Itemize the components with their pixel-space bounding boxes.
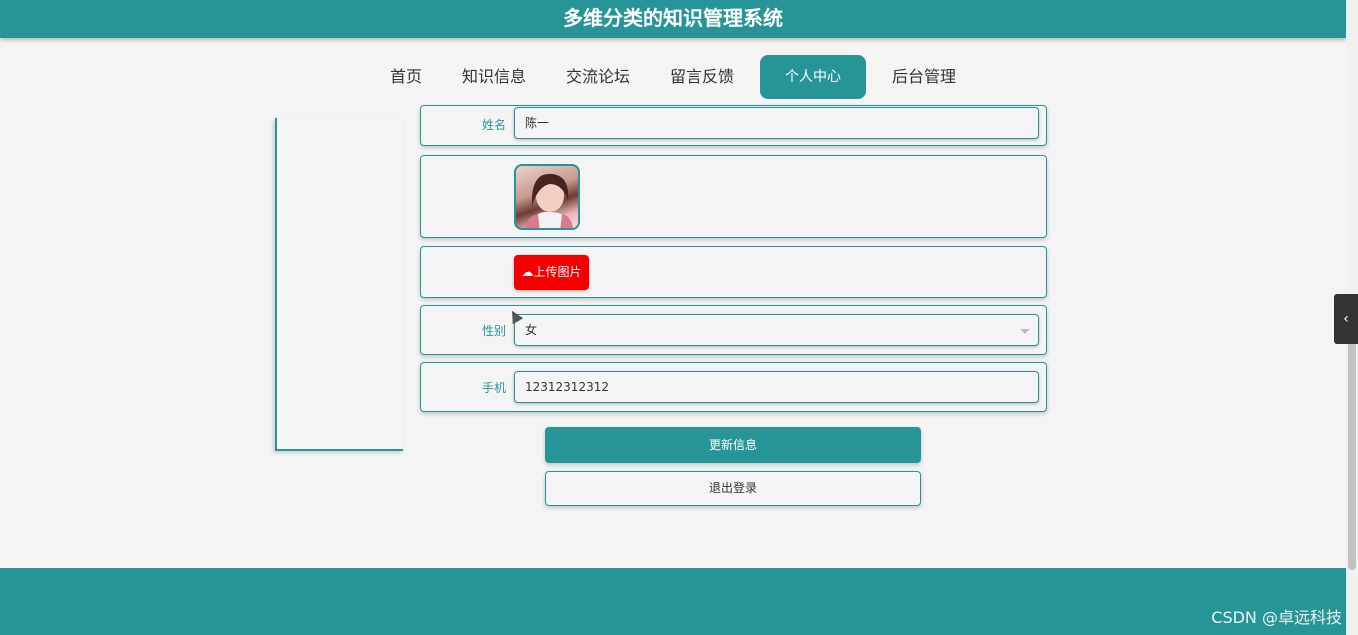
side-menu-panel (275, 118, 403, 451)
cloud-upload-icon: ☁ (521, 265, 534, 279)
name-row: 姓名 陈一 (420, 105, 1047, 146)
avatar-row (420, 155, 1047, 238)
top-header-bar: 多维分类的知识管理系统 (0, 0, 1346, 38)
site-title: 多维分类的知识管理系统 (563, 6, 783, 30)
name-label: 姓名 (481, 118, 506, 132)
nav-item-admin[interactable]: 后台管理 (872, 55, 976, 99)
phone-label: 手机 (481, 381, 506, 395)
nav-item-forum[interactable]: 交流论坛 (546, 55, 650, 99)
nav-item-feedback[interactable]: 留言反馈 (650, 55, 754, 99)
gender-selected-value: 女 (525, 323, 538, 337)
nav-item-personal-center[interactable]: 个人中心 (760, 55, 867, 99)
phone-input[interactable]: 12312312312 (514, 371, 1039, 403)
gender-label: 性别 (481, 324, 506, 338)
main-nav: 首页 知识信息 交流论坛 留言反馈 个人中心 后台管理 (0, 55, 1346, 99)
avatar (514, 164, 580, 230)
logout-button[interactable]: 退出登录 (545, 471, 921, 506)
footer-bar (0, 568, 1346, 635)
upload-image-button[interactable]: ☁上传图片 (514, 255, 589, 290)
watermark: CSDN @卓远科技 (1211, 608, 1342, 627)
gender-select[interactable]: 女 (514, 314, 1039, 346)
name-input[interactable]: 陈一 (514, 107, 1039, 139)
nav-item-knowledge[interactable]: 知识信息 (442, 55, 546, 99)
upload-row: ☁上传图片 (420, 246, 1047, 298)
chevron-left-icon[interactable]: ‹ (1334, 294, 1358, 344)
update-info-button[interactable]: 更新信息 (545, 427, 921, 463)
scrollbar-thumb[interactable] (1348, 340, 1356, 570)
nav-item-home[interactable]: 首页 (370, 55, 442, 99)
chevron-down-icon (1020, 329, 1030, 334)
upload-image-label: 上传图片 (533, 265, 582, 279)
phone-row: 手机 12312312312 (420, 362, 1047, 412)
